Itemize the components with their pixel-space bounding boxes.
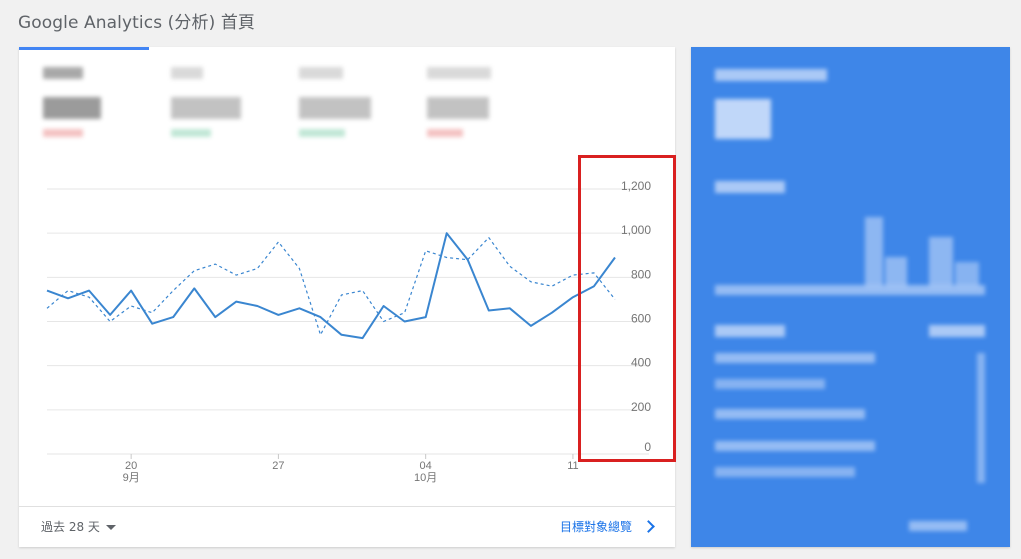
chart-series (46, 232, 616, 340)
y-axis-highlight-box (578, 155, 676, 462)
chart-svg: 1,2001,0008006004002000 209月27 0410月11 (46, 179, 651, 484)
page-title: Google Analytics (分析) 首頁 (18, 13, 256, 33)
series-line-current (46, 232, 616, 340)
series-line-previous (46, 236, 616, 336)
chevron-down-icon (105, 525, 116, 530)
chart-gridlines (47, 188, 649, 455)
metric-tab-bounce-rate[interactable] (297, 61, 387, 141)
date-range-label: 過去 28 天 (41, 520, 100, 534)
chevron-right-icon (642, 520, 655, 533)
x-tick-month-label: 9月 (123, 472, 140, 484)
metric-tab-session-duration[interactable] (425, 61, 515, 141)
realtime-card[interactable] (691, 47, 1010, 547)
active-metric-tab-indicator (19, 47, 149, 50)
x-tick-month-label: 10月 (414, 472, 437, 484)
x-tick-label: 04 (420, 460, 432, 472)
x-tick-label: 27 (272, 460, 284, 472)
metric-tab-users[interactable] (41, 61, 131, 141)
metric-tab-sessions[interactable] (169, 61, 259, 141)
x-axis-ticks: 209月 27 0410月 11 (123, 454, 579, 484)
traffic-line-chart: 1,200 1,000 800 600 400 200 0 20 9月 27 04 10月 11 (19, 167, 675, 507)
x-tick-label: 20 (125, 460, 137, 472)
card-footer: 過去 28 天 目標對象總覽 (19, 506, 675, 547)
audience-overview-label: 目標對象總覽 (559, 520, 632, 534)
x-tick-label: 11 (567, 460, 578, 472)
audience-overview-card: 1,200 1,000 800 600 400 200 0 20 9月 27 04 10月 11 過去… (19, 47, 675, 547)
audience-overview-link[interactable]: 目標對象總覽 (559, 518, 655, 535)
date-range-dropdown[interactable]: 過去 28 天 (41, 518, 116, 535)
